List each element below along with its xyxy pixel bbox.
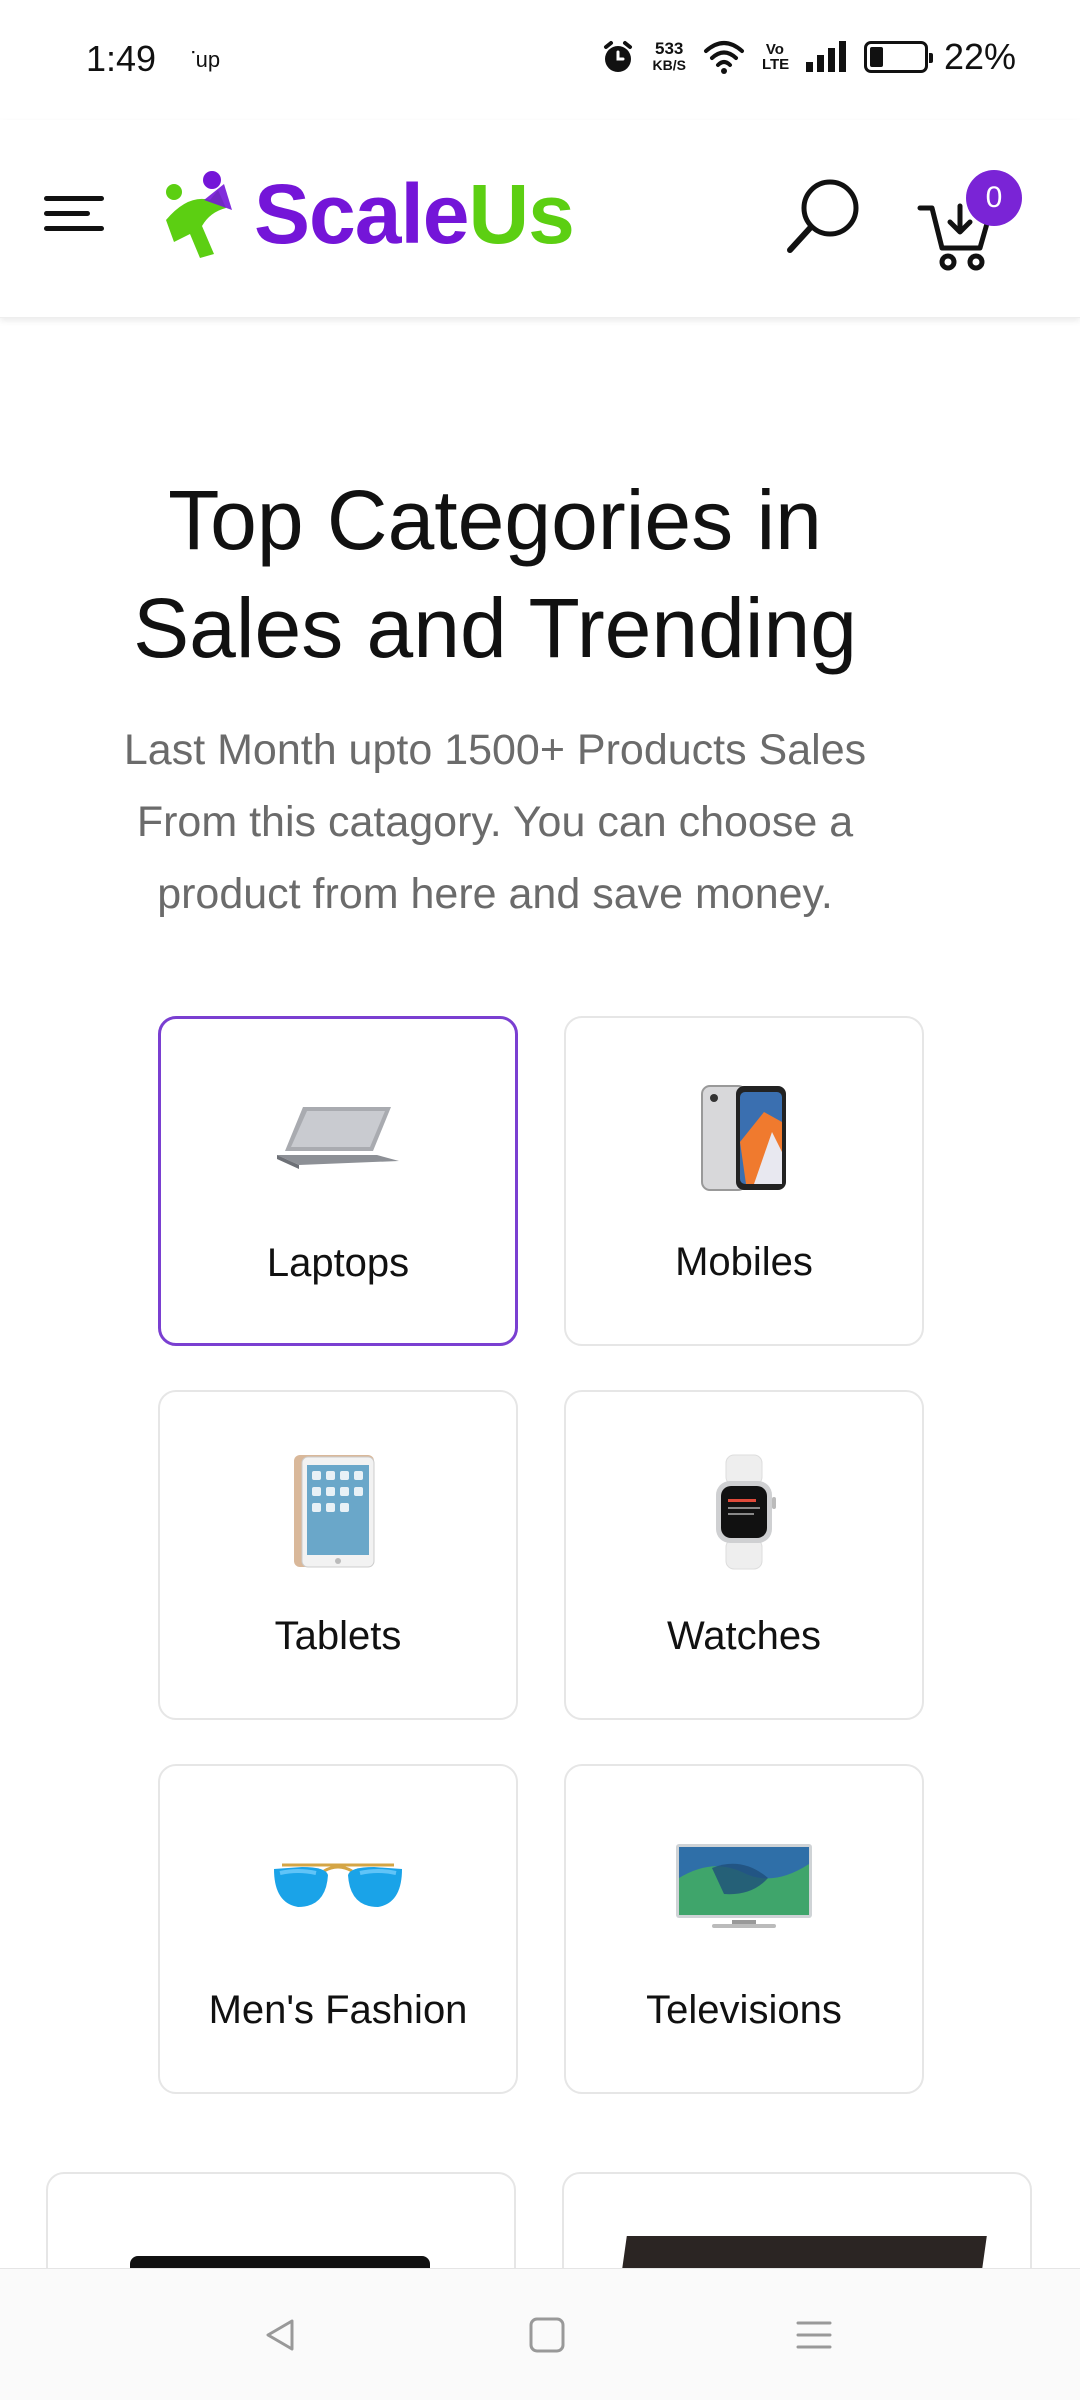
volte-indicator: Vo LTE	[761, 41, 790, 73]
hamburger-menu-button[interactable]	[40, 186, 106, 240]
cart-button[interactable]: 0	[916, 170, 1026, 271]
brand-logo[interactable]: ScaleUs	[160, 166, 575, 263]
category-card-televisions[interactable]: Televisions	[564, 1764, 924, 2094]
watch-image	[566, 1447, 922, 1577]
nav-recents-button[interactable]	[784, 2305, 844, 2365]
status-bar: 1:49 ᐝup 533 KB/S Vo LTE 22%	[0, 0, 1080, 120]
battery-fill	[869, 47, 883, 67]
logo-text: ScaleUs	[254, 166, 575, 263]
section-title-line1: Top Categories in	[168, 473, 822, 567]
network-speed-value: 533	[655, 39, 684, 58]
search-icon	[787, 179, 859, 253]
category-card-laptops[interactable]: Laptops	[158, 1016, 518, 1346]
mobile-image	[566, 1073, 922, 1203]
tablet-icon	[294, 1455, 375, 1568]
category-card-mobiles[interactable]: Mobiles	[564, 1016, 924, 1346]
network-speed-unit: KB/S	[652, 57, 686, 73]
status-up-indicator: ᐝup	[190, 47, 221, 72]
section-desc-line3: product from here and save money.	[157, 870, 833, 918]
status-icons: 533 KB/S Vo LTE 22%	[600, 36, 1016, 78]
laptop-image	[161, 1074, 515, 1204]
recents-icon	[796, 2321, 832, 2349]
category-card-tablets[interactable]: Tablets	[158, 1390, 518, 1720]
status-time: 1:49	[86, 38, 157, 79]
category-card-watches[interactable]: Watches	[564, 1390, 924, 1720]
category-label: Men's Fashion	[208, 1988, 468, 2032]
section-title-line2: Sales and Trending	[133, 581, 857, 675]
back-icon	[266, 2319, 294, 2351]
category-label: Laptops	[266, 1241, 410, 1285]
category-card-mens-fashion[interactable]: Men's Fashion	[158, 1764, 518, 2094]
sunglasses-icon	[274, 1863, 402, 1907]
menu-line	[44, 196, 104, 201]
mobile-phone-icon	[701, 1085, 786, 1191]
battery-percent: 22%	[943, 36, 1016, 77]
search-button[interactable]	[782, 174, 866, 258]
battery-icon	[863, 41, 933, 73]
section-desc-line1: Last Month upto 1500+ Products Sales	[123, 726, 867, 774]
nav-home-button[interactable]	[517, 2305, 577, 2365]
logo-figure-icon	[166, 170, 232, 258]
section-description: Last Month upto 1500+ Products Sales Fro…	[70, 714, 920, 930]
signal-icon	[805, 41, 846, 72]
smartwatch-icon	[716, 1454, 776, 1570]
tablet-image	[160, 1447, 516, 1577]
category-label: Tablets	[274, 1614, 402, 1658]
app-header: ScaleUs 0	[0, 120, 1080, 318]
home-icon	[529, 2317, 565, 2353]
category-label: Televisions	[646, 1988, 842, 2032]
section-desc-line2: From this catagory. You can choose a	[136, 798, 854, 846]
laptop-icon	[277, 1107, 399, 1169]
network-speed: 533 KB/S	[652, 40, 685, 74]
menu-line	[44, 211, 90, 216]
logo-text-scale: Scale	[254, 167, 470, 261]
cart-count-badge: 0	[966, 170, 1022, 226]
system-nav-bar	[0, 2268, 1080, 2400]
category-label: Watches	[666, 1614, 822, 1658]
television-image	[566, 1821, 922, 1951]
category-label: Mobiles	[675, 1240, 813, 1284]
television-icon	[676, 1844, 812, 1928]
nav-back-button[interactable]	[250, 2305, 310, 2365]
section-title: Top Categories in Sales and Trending	[90, 466, 900, 682]
sunglasses-image	[160, 1821, 516, 1951]
logo-text-us: Us	[468, 167, 575, 261]
wifi-icon	[703, 41, 744, 74]
alarm-icon	[604, 41, 633, 72]
menu-line	[44, 226, 104, 231]
screen: 1:49 ᐝup 533 KB/S Vo LTE 22% ScaleUs 0 T…	[0, 0, 1080, 2400]
